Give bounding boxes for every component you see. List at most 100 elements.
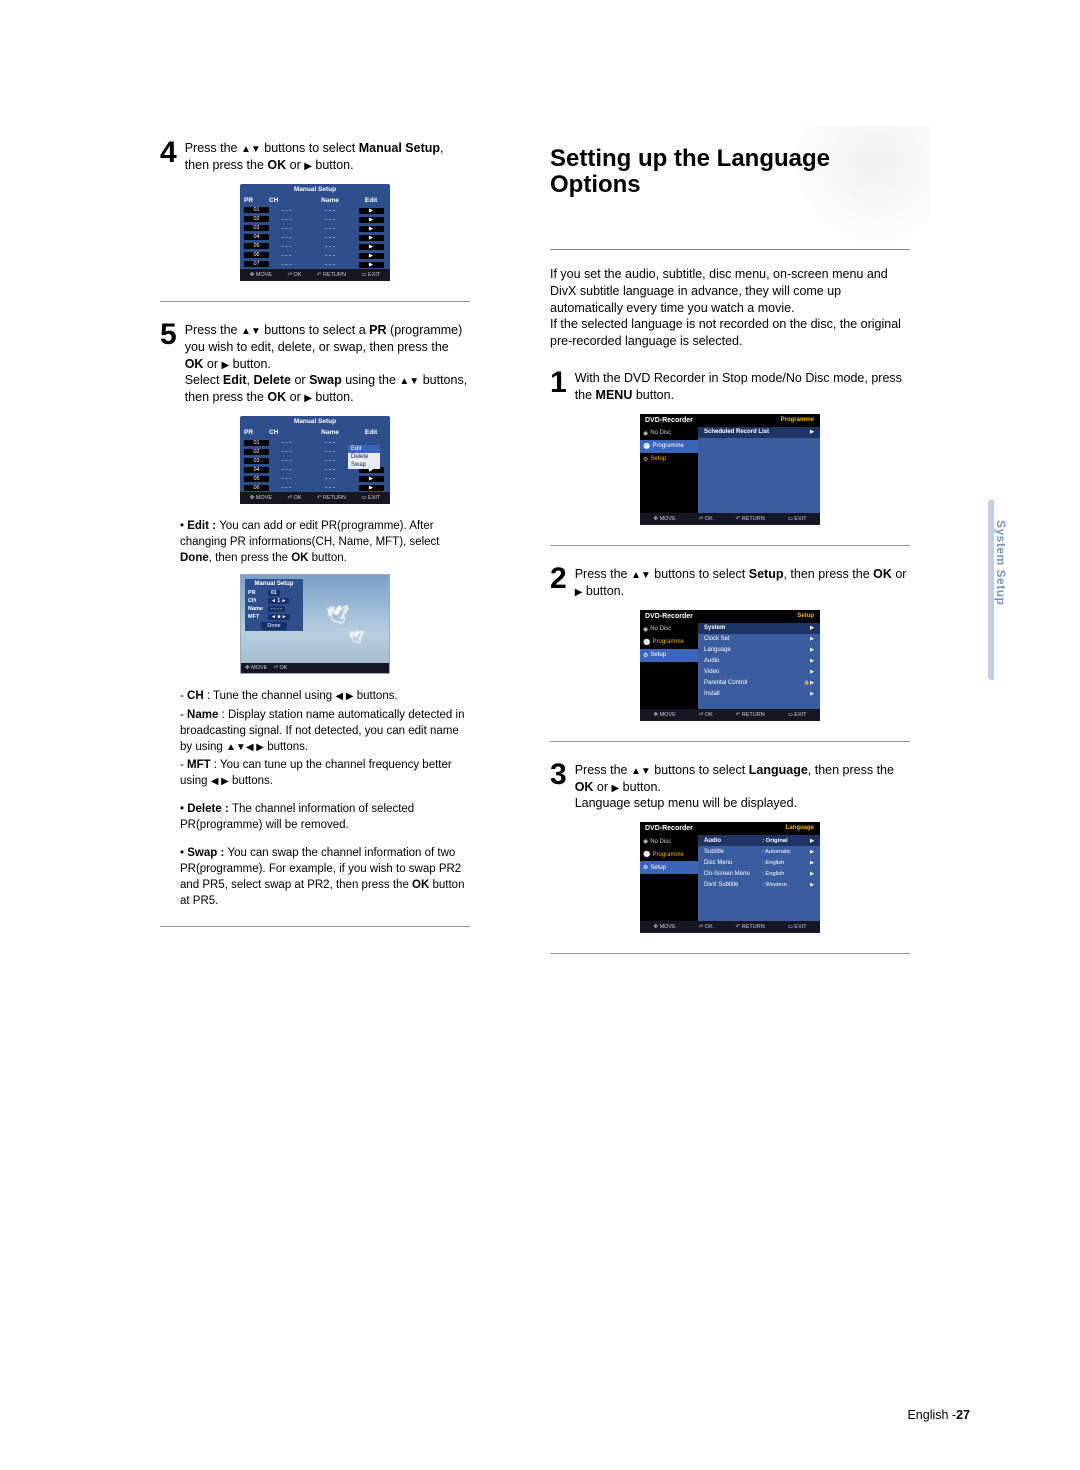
step-text: Press the ▲▼ buttons to select Manual Se… — [185, 140, 470, 174]
right-icon: ▶ — [304, 161, 312, 172]
sidebar-setup: ⚙ Setup — [640, 861, 698, 874]
sidebar-setup: ⚙ Setup — [640, 453, 698, 466]
menu-item: Parental Control🔒▶ — [698, 678, 820, 689]
t: buttons to select — [261, 141, 359, 155]
separator — [550, 545, 910, 546]
menu-item: Install▶ — [698, 689, 820, 700]
label-manual-setup: Manual Setup — [359, 141, 440, 155]
osd-programme-menu: DVD-Recorder Programme ◉ No Disc 🕘 Progra… — [640, 414, 820, 525]
table-row: 06- - -- - -▶ — [240, 251, 390, 260]
page-footer: English -27 — [907, 1408, 970, 1422]
menu-item: Scheduled Record List▶ — [698, 427, 820, 438]
sidebar-programme: 🕘 Programme — [640, 636, 698, 649]
osd-footer: ✥ MOVE ⏎ OK ↶ RETURN ▭ EXIT — [640, 921, 820, 933]
section-underline — [550, 249, 910, 250]
table-row: 03- - -- - -▶ — [240, 224, 390, 233]
osd-footer: ✥ MOVE ⏎ OK ↶ RETURN ▭ EXIT — [640, 709, 820, 721]
sidebar-setup: ⚙ Setup — [640, 649, 698, 662]
popup-swap: Swap — [348, 461, 380, 469]
osd-table-header: PRCHNameEdit — [240, 427, 390, 438]
t: or — [286, 158, 304, 172]
disc-icon: ◉ — [643, 430, 648, 437]
osd-footer: ✥ MOVE ⏎ OK ↶ RETURN ▭ EXIT — [240, 492, 390, 504]
up-down-icon: ▲▼ — [241, 326, 261, 337]
separator — [160, 301, 470, 302]
step-5: 5 Press the ▲▼ buttons to select a PR (p… — [160, 322, 470, 406]
step-text: Press the ▲▼ buttons to select a PR (pro… — [185, 322, 470, 406]
table-row: 07- - -- - -▶ — [240, 260, 390, 269]
osd-edit-panel: Manual Setup PR01 CH◄ 1 ► Name- - - - MF… — [245, 579, 303, 631]
osd-table-header: PR CH Name Edit — [240, 195, 390, 206]
gear-icon: ⚙ — [643, 456, 648, 463]
table-row: 06- - -- - -▶ — [240, 483, 390, 492]
osd-tag: Setup — [797, 613, 814, 619]
left-column: 4 Press the ▲▼ buttons to select Manual … — [160, 140, 470, 974]
menu-item: System▶ — [698, 623, 820, 634]
osd-language-menu: DVD-RecorderLanguage ◉ No Disc 🕘 Program… — [640, 822, 820, 933]
osd-title: DVD-Recorder — [645, 417, 693, 424]
osd-tag: Language — [786, 825, 814, 831]
up-down-icon: ▲▼ — [631, 766, 651, 777]
step-text: Press the ▲▼ buttons to select Language,… — [575, 762, 910, 813]
osd-manual-setup-scene: Manual Setup PR01 CH◄ 1 ► Name- - - - MF… — [240, 574, 390, 674]
step-2: 2 Press the ▲▼ buttons to select Setup, … — [550, 566, 910, 600]
osd-footer: ✥ MOVE ⏎ OK ↶ RETURN ▭ EXIT — [640, 513, 820, 525]
table-row: 05- - -- - -▶ — [240, 474, 390, 483]
no-disc-item: ◉ No Disc — [640, 623, 698, 636]
right-icon: ▶ — [359, 208, 384, 214]
table-row: 02- - -- - -▶ — [240, 215, 390, 224]
osd-title: Manual Setup — [240, 416, 390, 427]
col-edit: Edit — [356, 197, 386, 204]
t: If the selected language is not recorded… — [550, 317, 901, 348]
nav-icon: ▲▼◀ ▶ — [226, 742, 264, 753]
notes-block: - CH : Tune the channel using ◀ ▶ button… — [160, 688, 470, 909]
side-tab: System Setup — [994, 520, 1008, 605]
popup-delete: Delete — [348, 453, 380, 461]
popup-edit: Edit — [348, 445, 380, 453]
no-disc-item: ◉ No Disc — [640, 427, 698, 440]
menu-item: On-Screen Menu: English▶ — [698, 868, 820, 879]
footer-lang: English - — [907, 1408, 956, 1422]
menu-item: Audio▶ — [698, 656, 820, 667]
up-down-icon: ▲▼ — [399, 376, 419, 387]
section-title: Setting up the Language Options — [550, 146, 910, 199]
menu-item: Video▶ — [698, 667, 820, 678]
osd-manual-setup-1: Manual Setup PR CH Name Edit 01- - -- - … — [240, 184, 390, 281]
popup-menu: Edit Delete Swap — [348, 445, 380, 469]
step-1: 1 With the DVD Recorder in Stop mode/No … — [550, 370, 910, 404]
bird-icon: 🕊 — [326, 605, 349, 626]
left-right-icon: ◀ ▶ — [211, 776, 229, 787]
right-icon: ▶ — [304, 393, 312, 404]
intro-text: If you set the audio, subtitle, disc men… — [550, 266, 910, 350]
osd-setup-menu: DVD-RecorderSetup ◉ No Disc 🕘 Programme … — [640, 610, 820, 721]
osd-footer: ✥ MOVE ⏎ OK — [241, 663, 389, 673]
bird-icon: 🕊 — [349, 630, 364, 644]
menu-item: Disc Menu: English▶ — [698, 857, 820, 868]
step-number: 5 — [160, 320, 177, 406]
menu-item: Language▶ — [698, 645, 820, 656]
right-column: Setting up the Language Options If you s… — [550, 140, 910, 974]
menu-item: Clock Set▶ — [698, 634, 820, 645]
col-ch: CH — [269, 197, 304, 204]
col-pr: PR — [244, 197, 269, 204]
clock-icon: 🕘 — [643, 443, 650, 450]
step-text: With the DVD Recorder in Stop mode/No Di… — [575, 370, 910, 404]
step-4: 4 Press the ▲▼ buttons to select Manual … — [160, 140, 470, 174]
section-heading-wrap: Setting up the Language Options — [550, 140, 910, 231]
move-icon: ✥ — [250, 272, 255, 278]
step-number: 3 — [550, 760, 567, 813]
osd-title: Manual Setup — [240, 184, 390, 195]
up-down-icon: ▲▼ — [631, 570, 651, 581]
t: Press the — [185, 141, 241, 155]
separator — [550, 953, 910, 954]
sidebar-programme: 🕘 Programme — [640, 440, 698, 453]
no-disc-item: ◉ No Disc — [640, 835, 698, 848]
osd-footer: ✥ MOVE ⏎ OK ↶ RETURN ▭ EXIT — [240, 269, 390, 281]
osd-tag: Programme — [781, 417, 814, 423]
step-number: 2 — [550, 564, 567, 600]
t: button. — [312, 158, 354, 172]
table-row: 01- - -- - -▶ — [240, 206, 390, 215]
step-number: 4 — [160, 138, 177, 174]
separator — [160, 926, 470, 927]
col-name: Name — [304, 197, 356, 204]
